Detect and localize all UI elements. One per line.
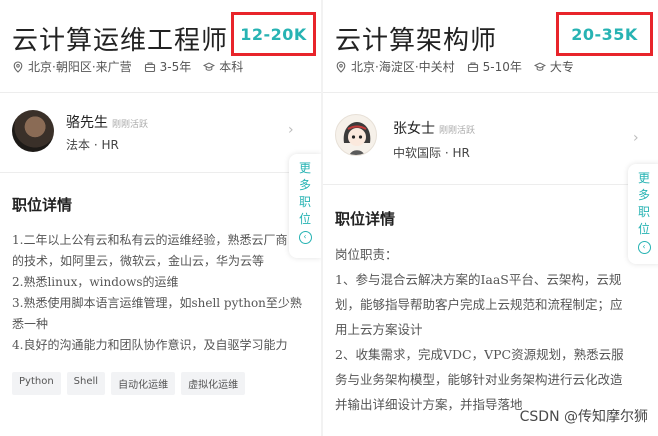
watermark: CSDN @传知摩尔狮	[519, 409, 648, 425]
skill-tag[interactable]: Shell	[66, 372, 106, 395]
divider	[0, 172, 290, 173]
job-card-right: 云计算架构师 20-35K 北京·海淀区·中关村 5-10年 大专 张女士 刚刚…	[323, 0, 658, 436]
job-location: 北京·海淀区·中关村	[351, 60, 455, 74]
job-meta: 北京·朝阳区·来广营 3-5年 本科	[12, 58, 255, 75]
chevron-right-icon[interactable]: ›	[633, 130, 639, 146]
salary: 20-35K	[571, 24, 638, 44]
job-experience: 3-5年	[159, 60, 192, 74]
avatar	[335, 114, 377, 156]
location-pin-icon	[12, 60, 24, 73]
briefcase-icon	[144, 61, 156, 73]
divider	[323, 184, 628, 185]
job-description: 1.二年以上公有云和私有云的运维经验，熟悉云厂商 的技术，如阿里云，微软云，金山…	[12, 233, 302, 352]
location-pin-icon	[335, 60, 347, 73]
recruiter-name[interactable]: 张女士 刚刚活跃	[393, 118, 475, 138]
chevron-left-icon: ‹	[637, 241, 651, 254]
divider	[0, 92, 321, 93]
job-card-left: 云计算运维工程师 12-20K 北京·朝阳区·来广营 3-5年 本科 骆先生 刚刚…	[0, 0, 321, 436]
section-title: 职位详情	[335, 210, 396, 228]
job-location: 北京·朝阳区·来广营	[28, 60, 132, 74]
job-meta: 北京·海淀区·中关村 5-10年 大专	[335, 58, 586, 75]
skill-tag[interactable]: 虚拟化运维	[181, 372, 246, 395]
job-title: 云计算架构师	[335, 26, 498, 56]
section-title: 职位详情	[12, 196, 73, 214]
active-status: 刚刚活跃	[112, 120, 149, 130]
recruiter-name[interactable]: 骆先生 刚刚活跃	[66, 112, 148, 132]
recruiter-company: 法本 · HR	[66, 138, 119, 152]
recruiter-company: 中软国际 · HR	[393, 146, 470, 160]
more-jobs-tab[interactable]: 更 多 职 位 ‹	[628, 164, 658, 264]
briefcase-icon	[467, 61, 479, 73]
active-status: 刚刚活跃	[439, 126, 476, 136]
graduation-cap-icon	[533, 61, 547, 73]
skill-tag[interactable]: 自动化运维	[111, 372, 176, 395]
graduation-cap-icon	[203, 61, 216, 73]
skill-tags: Python Shell 自动化运维 虚拟化运维	[12, 372, 251, 395]
salary-highlight: 20-35K	[556, 12, 653, 56]
job-description: 岗位职责： 1、参与混合云解决方案的IaaS平台、云架构，云规 划，能够指导帮助…	[335, 247, 624, 412]
salary: 12-20K	[240, 24, 307, 44]
job-education: 大专	[549, 60, 574, 74]
avatar	[12, 110, 54, 152]
job-title: 云计算运维工程师	[12, 26, 229, 56]
salary-highlight: 12-20K	[231, 12, 316, 56]
job-education: 本科	[219, 60, 244, 74]
skill-tag[interactable]: Python	[12, 372, 61, 395]
chevron-right-icon[interactable]: ›	[288, 122, 294, 138]
divider	[323, 92, 658, 93]
job-experience: 5-10年	[482, 60, 522, 74]
